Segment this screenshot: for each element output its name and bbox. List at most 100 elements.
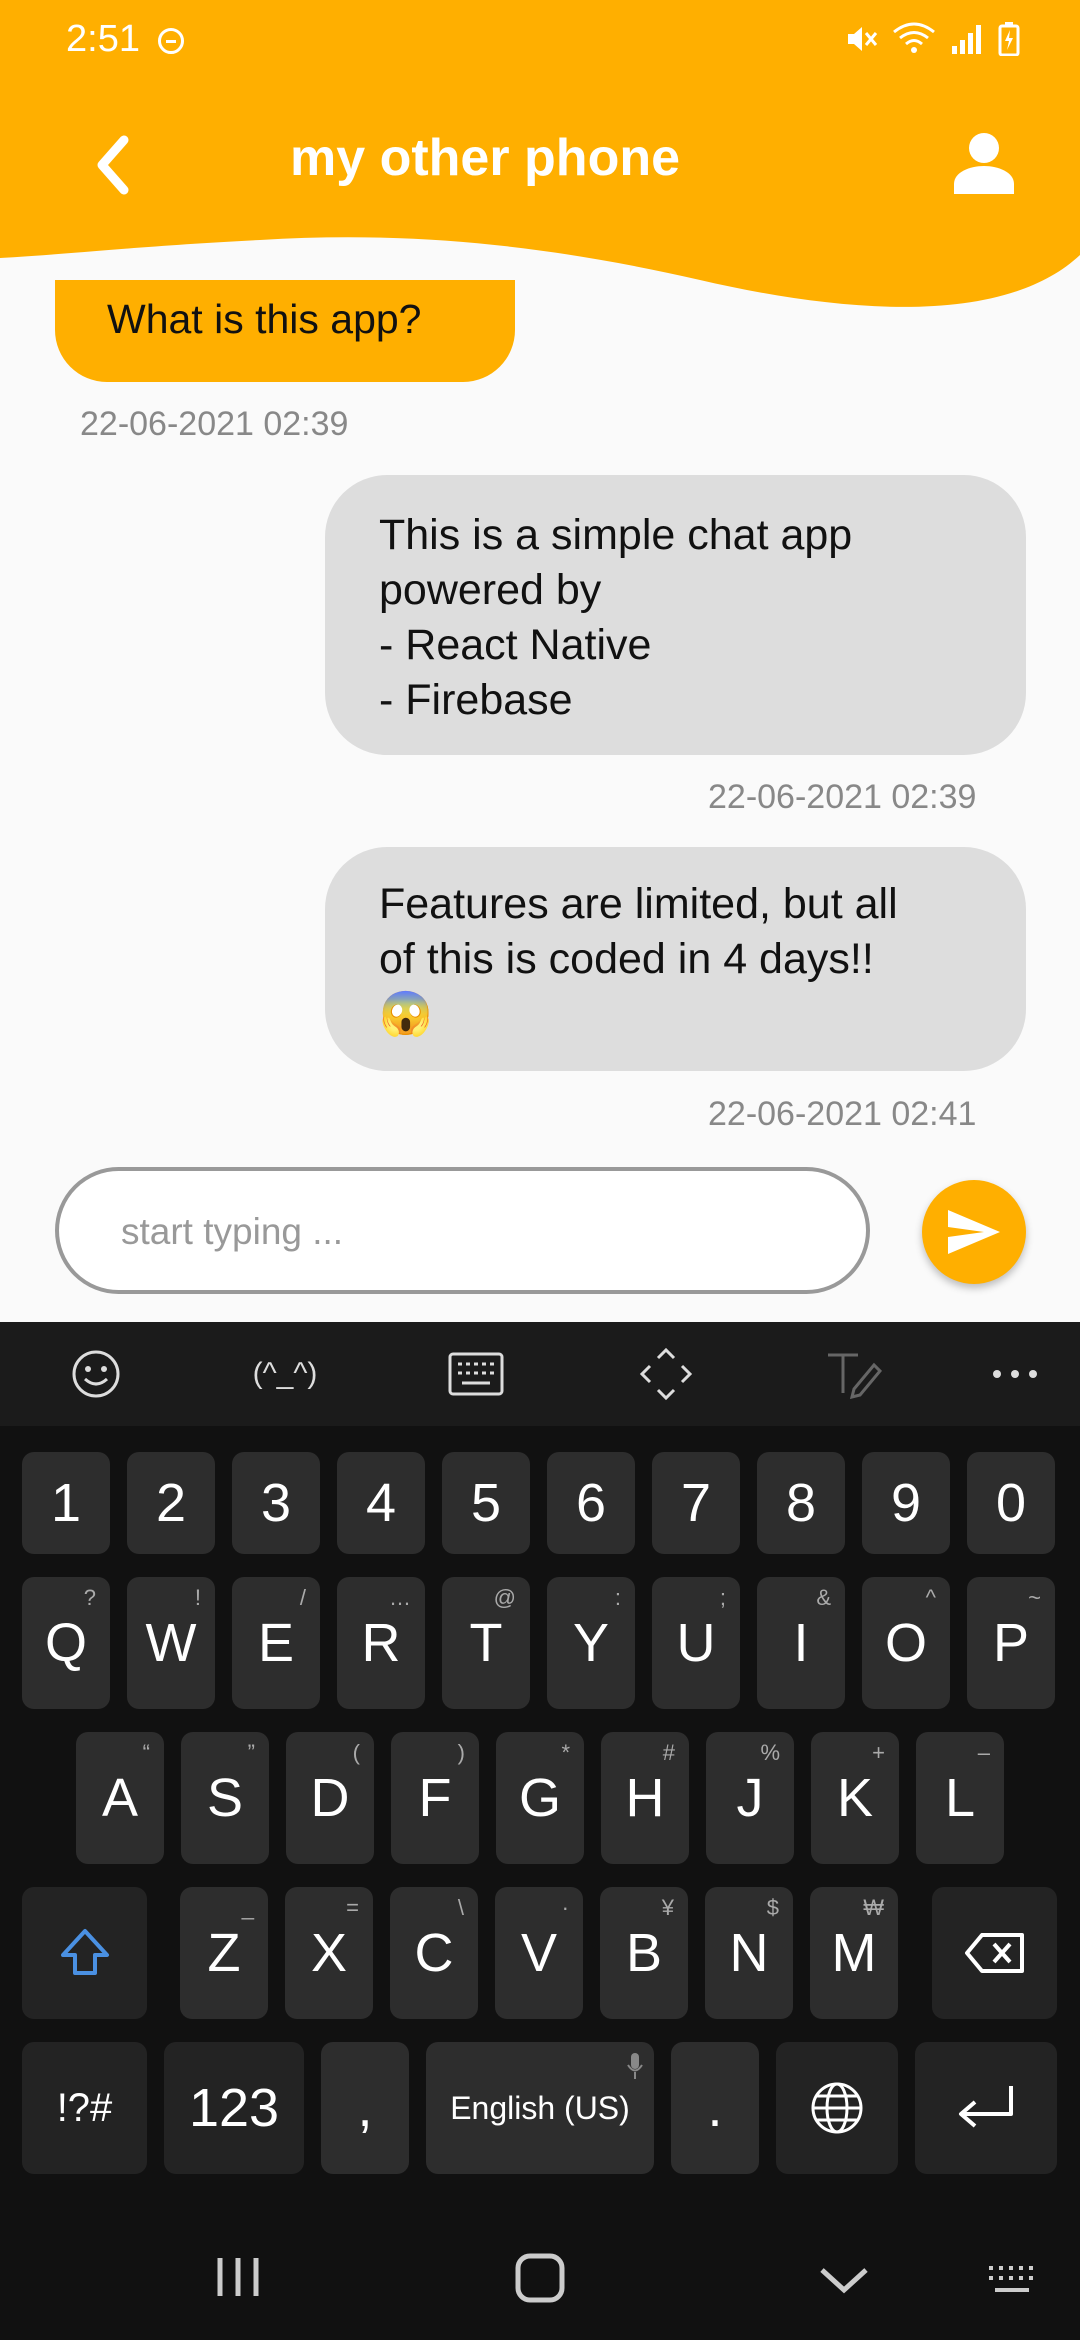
outgoing-message-bubble: This is a simple chat app powered by - R…	[325, 475, 1026, 755]
letter-key[interactable]: C \	[390, 1887, 478, 2019]
key-label: G	[518, 1768, 561, 1828]
key-secondary-label: =	[346, 1895, 359, 1920]
key-secondary-label: &	[816, 1585, 831, 1610]
kaomoji-button[interactable]: (^_^)	[240, 1346, 330, 1402]
key-label: Y	[572, 1613, 610, 1673]
key-label: X	[310, 1923, 348, 1983]
backspace-key[interactable]	[932, 1887, 1057, 2019]
number-key[interactable]: 6	[547, 1452, 635, 1554]
key-secondary-label: @	[493, 1585, 516, 1610]
key-label: R	[361, 1613, 401, 1673]
key-secondary-label: %	[760, 1740, 780, 1765]
send-icon	[948, 1210, 1000, 1254]
key-label: O	[884, 1613, 927, 1673]
outgoing-message-timestamp: 22-06-2021 02:41	[708, 1095, 977, 1133]
key-secondary-label: )	[457, 1740, 465, 1765]
microphone-icon	[627, 2053, 643, 2079]
letter-key[interactable]: T @	[442, 1577, 530, 1709]
keyboard-settings-icon[interactable]	[446, 1346, 506, 1402]
shift-icon	[60, 1929, 109, 1975]
message-input[interactable]: start typing ...	[55, 1167, 870, 1294]
letter-key[interactable]: Q?	[22, 1577, 110, 1709]
symbols-key[interactable]: !?#	[22, 2042, 147, 2174]
letter-key[interactable]: O ^	[862, 1577, 950, 1709]
letter-key[interactable]: R…	[337, 1577, 425, 1709]
language-key[interactable]	[776, 2042, 898, 2174]
key-label: E	[257, 1613, 295, 1673]
letter-key[interactable]: E /	[232, 1577, 320, 1709]
letter-key[interactable]: B ¥	[600, 1887, 688, 2019]
letter-key[interactable]: D(	[286, 1732, 374, 1864]
letter-key[interactable]: I &	[757, 1577, 845, 1709]
letter-key[interactable]: W!	[127, 1577, 215, 1709]
letter-key[interactable]: H #	[601, 1732, 689, 1864]
number-key[interactable]: 8	[757, 1452, 845, 1554]
outgoing-message-bubble: Features are limited, but all of this is…	[325, 847, 1026, 1071]
letter-key[interactable]: Y:	[547, 1577, 635, 1709]
incoming-message-timestamp: 22-06-2021 02:39	[80, 405, 349, 443]
more-options-icon[interactable]	[990, 1346, 1040, 1402]
letter-key[interactable]: P ~	[967, 1577, 1055, 1709]
key-label: Q	[44, 1613, 87, 1673]
number-key[interactable]: 5	[442, 1452, 530, 1554]
keyboard-switch-icon[interactable]	[985, 2262, 1041, 2296]
letter-key[interactable]: G *	[496, 1732, 584, 1864]
comma-key[interactable]: ,	[321, 2042, 409, 2174]
signal-icon	[952, 25, 981, 54]
key-secondary-label: /	[299, 1585, 306, 1610]
key-secondary-label: !	[194, 1585, 201, 1610]
backspace-icon	[964, 1933, 1024, 1973]
letter-key[interactable]: L –	[916, 1732, 1004, 1864]
key-label: F	[418, 1768, 452, 1828]
key-secondary-label: …	[389, 1585, 411, 1610]
enter-key[interactable]	[915, 2042, 1057, 2174]
number-key[interactable]: 7	[652, 1452, 740, 1554]
message-input-placeholder: start typing ...	[121, 1211, 344, 1252]
system-navigation-bar	[0, 2220, 1080, 2340]
home-icon[interactable]	[514, 2252, 566, 2304]
letter-key[interactable]: X =	[285, 1887, 373, 2019]
key-secondary-label: ₩	[863, 1895, 884, 1920]
number-key[interactable]: 0	[967, 1452, 1055, 1554]
space-key[interactable]: English (US)	[426, 2042, 654, 2174]
status-bar: 2:51	[0, 0, 1080, 84]
send-button[interactable]	[922, 1180, 1026, 1284]
letter-key[interactable]: N $	[705, 1887, 793, 2019]
letter-key[interactable]: F)	[391, 1732, 479, 1864]
letter-key[interactable]: Z _	[180, 1887, 268, 2019]
key-label: C	[414, 1923, 454, 1983]
key-label: W	[145, 1613, 197, 1673]
key-secondary-label: ?	[83, 1585, 96, 1610]
number-key[interactable]: 3	[232, 1452, 320, 1554]
letter-key[interactable]: J%	[706, 1732, 794, 1864]
key-secondary-label: _	[241, 1895, 254, 1920]
handwriting-icon[interactable]	[824, 1346, 884, 1402]
number-key[interactable]: 4	[337, 1452, 425, 1554]
letter-key[interactable]: U;	[652, 1577, 740, 1709]
key-label: B	[625, 1923, 663, 1983]
space-key-label: English (US)	[450, 2089, 630, 2126]
chat-title: my other phone	[289, 129, 681, 187]
key-label: Z	[207, 1923, 241, 1983]
emoji-icon[interactable]	[66, 1346, 126, 1402]
period-key[interactable]: .	[671, 2042, 759, 2174]
key-label: V	[520, 1923, 558, 1983]
cursor-move-icon[interactable]	[636, 1346, 696, 1402]
letter-key[interactable]: S”	[181, 1732, 269, 1864]
hide-keyboard-icon[interactable]	[818, 2264, 870, 2296]
recent-apps-icon[interactable]	[214, 2254, 262, 2300]
numbers-key[interactable]: 123	[164, 2042, 304, 2174]
outgoing-message-text: Features are limited, but all of this is…	[379, 880, 898, 1038]
number-key[interactable]: 2	[127, 1452, 215, 1554]
shift-key[interactable]	[22, 1887, 147, 2019]
key-secondary-label: ·	[561, 1895, 569, 1920]
letter-key[interactable]: K +	[811, 1732, 899, 1864]
letter-key[interactable]: V ·	[495, 1887, 583, 2019]
key-secondary-label: ^	[925, 1585, 936, 1610]
letter-key[interactable]: M ₩	[810, 1887, 898, 2019]
number-key[interactable]: 1	[22, 1452, 110, 1554]
number-key[interactable]: 9	[862, 1452, 950, 1554]
profile-icon[interactable]	[952, 132, 1016, 194]
key-secondary-label: \	[457, 1895, 464, 1920]
letter-key[interactable]: A “	[76, 1732, 164, 1864]
